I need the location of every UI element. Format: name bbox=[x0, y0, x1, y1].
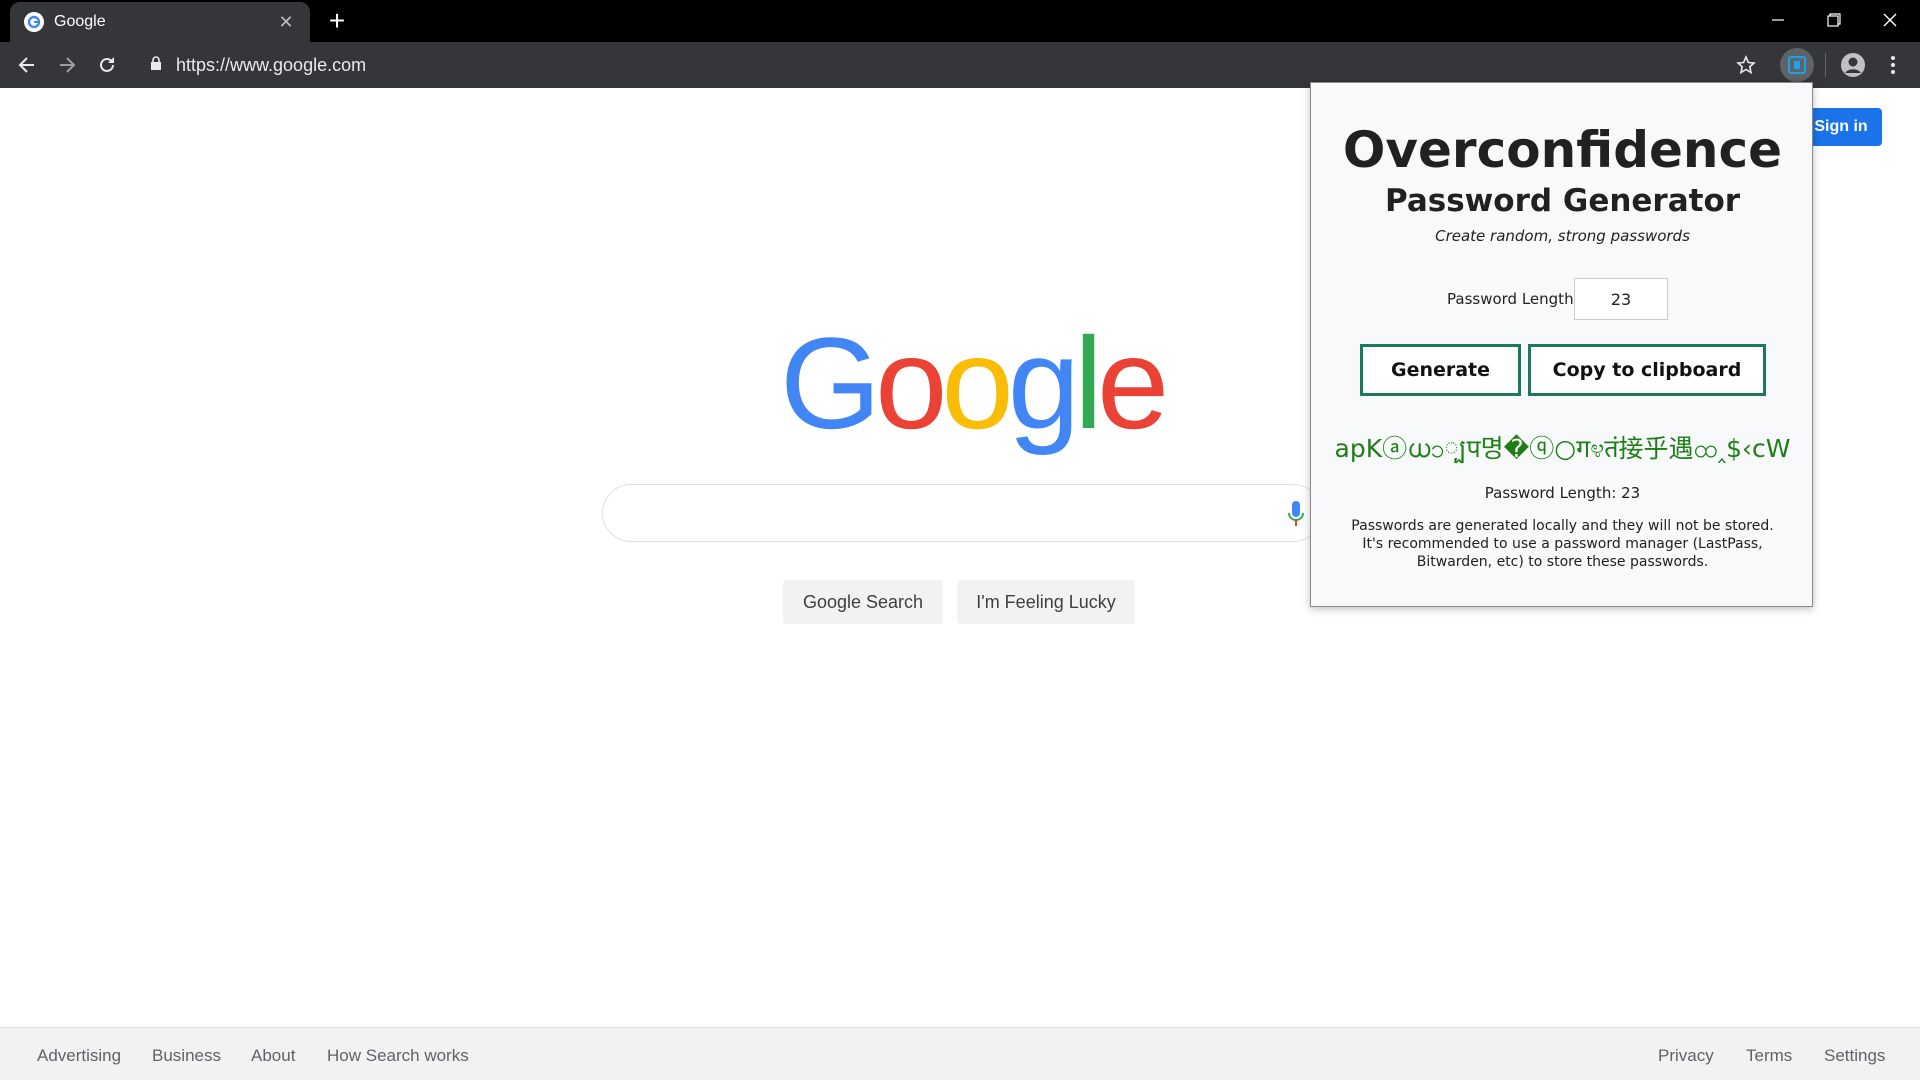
reload-icon[interactable] bbox=[87, 45, 127, 85]
logo-letter: e bbox=[1096, 310, 1169, 456]
footer-link-terms[interactable]: Terms bbox=[1746, 1046, 1792, 1066]
footer-link-business[interactable]: Business bbox=[152, 1046, 221, 1066]
back-icon[interactable] bbox=[7, 45, 47, 85]
password-generator-popup: Overconfidence Password Generator Create… bbox=[1310, 82, 1813, 607]
restore-icon[interactable] bbox=[1806, 0, 1862, 40]
password-extension-icon[interactable] bbox=[1780, 48, 1814, 82]
microphone-icon[interactable] bbox=[1286, 500, 1306, 528]
search-input[interactable] bbox=[602, 484, 1322, 542]
footer-link-privacy[interactable]: Privacy bbox=[1658, 1046, 1714, 1066]
tab-close-icon[interactable]: ✕ bbox=[276, 12, 296, 33]
popup-tagline: Create random, strong passwords bbox=[1435, 227, 1690, 245]
storage-note-line2: It's recommended to use a password manag… bbox=[1362, 536, 1763, 570]
footer-link-about[interactable]: About bbox=[251, 1046, 295, 1066]
logo-letter: o bbox=[875, 310, 947, 456]
password-length-display: Password Length: 23 bbox=[1484, 484, 1641, 502]
minimize-icon[interactable] bbox=[1750, 0, 1806, 40]
google-logo: Google bbox=[780, 310, 1169, 456]
logo-letter: o bbox=[941, 310, 1013, 456]
google-search-button[interactable]: Google Search bbox=[783, 580, 943, 624]
storage-note-line1: Passwords are generated locally and they… bbox=[1351, 518, 1774, 534]
password-length-label: Password Length bbox=[1447, 290, 1574, 308]
forward-icon[interactable] bbox=[47, 45, 87, 85]
storage-note: Passwords are generated locally and they… bbox=[1331, 517, 1794, 571]
feeling-lucky-button[interactable]: I'm Feeling Lucky bbox=[957, 580, 1135, 624]
lock-icon bbox=[150, 55, 162, 75]
footer-link-advertising[interactable]: Advertising bbox=[37, 1046, 121, 1066]
logo-letter: g bbox=[1007, 310, 1080, 456]
generate-button[interactable]: Generate bbox=[1360, 344, 1521, 396]
close-window-icon[interactable] bbox=[1862, 0, 1918, 40]
profile-avatar-icon[interactable] bbox=[1836, 42, 1870, 88]
google-favicon-icon bbox=[24, 12, 44, 32]
address-bar[interactable]: https://www.google.com bbox=[150, 42, 366, 88]
toolbar-separator bbox=[1824, 42, 1826, 88]
tab-strip: Google ✕ + bbox=[0, 0, 1920, 42]
new-tab-button[interactable]: + bbox=[322, 6, 352, 36]
url-text: https://www.google.com bbox=[176, 54, 367, 75]
tab-title: Google bbox=[54, 13, 106, 30]
page-footer: Advertising Business About How Search wo… bbox=[0, 1027, 1920, 1080]
footer-link-settings[interactable]: Settings bbox=[1824, 1046, 1885, 1066]
browser-tab[interactable]: Google ✕ bbox=[10, 2, 310, 42]
popup-title: Overconfidence bbox=[1342, 121, 1783, 179]
footer-link-how-search-works[interactable]: How Search works bbox=[327, 1046, 469, 1066]
generated-password: apKⓐധၥ្បप명�ⓠ○ग೪तं接乎遇ထ‸$‹cW bbox=[1334, 434, 1791, 463]
logo-letter: G bbox=[780, 310, 881, 456]
popup-subtitle: Password Generator bbox=[1384, 183, 1741, 219]
logo-letter: l bbox=[1074, 310, 1103, 456]
menu-kebab-icon[interactable] bbox=[1878, 42, 1908, 88]
password-length-input[interactable] bbox=[1574, 278, 1668, 320]
copy-to-clipboard-button[interactable]: Copy to clipboard bbox=[1528, 344, 1766, 396]
